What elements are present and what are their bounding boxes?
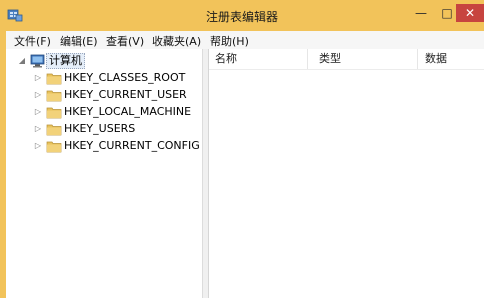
minimize-button[interactable]: — (410, 4, 432, 22)
menu-bar: 文件(F) 编辑(E) 查看(V) 收藏夹(A) 帮助(H) (6, 31, 484, 49)
folder-icon (46, 139, 62, 153)
collapsed-arrow-icon[interactable]: ▷ (34, 104, 42, 120)
menu-view[interactable]: 查看(V) (106, 33, 144, 49)
collapsed-arrow-icon[interactable]: ▷ (34, 138, 42, 154)
collapsed-arrow-icon[interactable]: ▷ (34, 121, 42, 137)
computer-icon (30, 54, 46, 68)
client-area: ◢ 计算机 ▷ HKEY_CLASSES_ROOT ▷ HKEY_CURRENT… (6, 49, 484, 298)
column-divider[interactable] (417, 49, 418, 69)
header-divider (209, 69, 484, 70)
key-tree-pane[interactable]: ◢ 计算机 ▷ HKEY_CLASSES_ROOT ▷ HKEY_CURRENT… (6, 49, 203, 298)
folder-icon (46, 122, 62, 136)
collapsed-arrow-icon[interactable]: ▷ (34, 70, 42, 86)
folder-icon (46, 105, 62, 119)
column-header-name[interactable]: 名称 (215, 49, 237, 69)
values-list-pane[interactable]: 名称 类型 数据 (209, 49, 484, 298)
tree-item-label: HKEY_CURRENT_USER (64, 88, 187, 101)
tree-item-label: HKEY_CLASSES_ROOT (64, 71, 186, 84)
folder-icon (46, 71, 62, 85)
close-button[interactable]: ✕ (456, 4, 484, 22)
menu-edit[interactable]: 编辑(E) (60, 33, 98, 49)
tree-item-hkey-users[interactable]: ▷ HKEY_USERS (34, 121, 200, 137)
tree-item-computer[interactable]: ◢ 计算机 (18, 53, 198, 69)
menu-help[interactable]: 帮助(H) (210, 33, 249, 49)
tree-item-hkey-classes-root[interactable]: ▷ HKEY_CLASSES_ROOT (34, 70, 200, 86)
tree-item-label: 计算机 (46, 53, 85, 69)
column-divider[interactable] (307, 49, 308, 69)
tree-item-label: HKEY_LOCAL_MACHINE (64, 105, 192, 118)
menu-file[interactable]: 文件(F) (14, 33, 51, 49)
column-header-type[interactable]: 类型 (319, 49, 341, 69)
menu-favorites[interactable]: 收藏夹(A) (152, 33, 201, 49)
tree-item-label: HKEY_CURRENT_CONFIG (64, 139, 200, 152)
folder-icon (46, 88, 62, 102)
tree-item-label: HKEY_USERS (64, 122, 136, 135)
maximize-button[interactable]: □ (436, 4, 458, 22)
column-header-data[interactable]: 数据 (425, 49, 447, 69)
expanded-arrow-icon[interactable]: ◢ (18, 53, 26, 69)
collapsed-arrow-icon[interactable]: ▷ (34, 87, 42, 103)
tree-item-hkey-current-config[interactable]: ▷ HKEY_CURRENT_CONFIG (34, 138, 200, 154)
title-bar[interactable]: 注册表编辑器 — □ ✕ (0, 0, 484, 31)
tree-item-hkey-current-user[interactable]: ▷ HKEY_CURRENT_USER (34, 87, 200, 103)
tree-item-hkey-local-machine[interactable]: ▷ HKEY_LOCAL_MACHINE (34, 104, 200, 120)
